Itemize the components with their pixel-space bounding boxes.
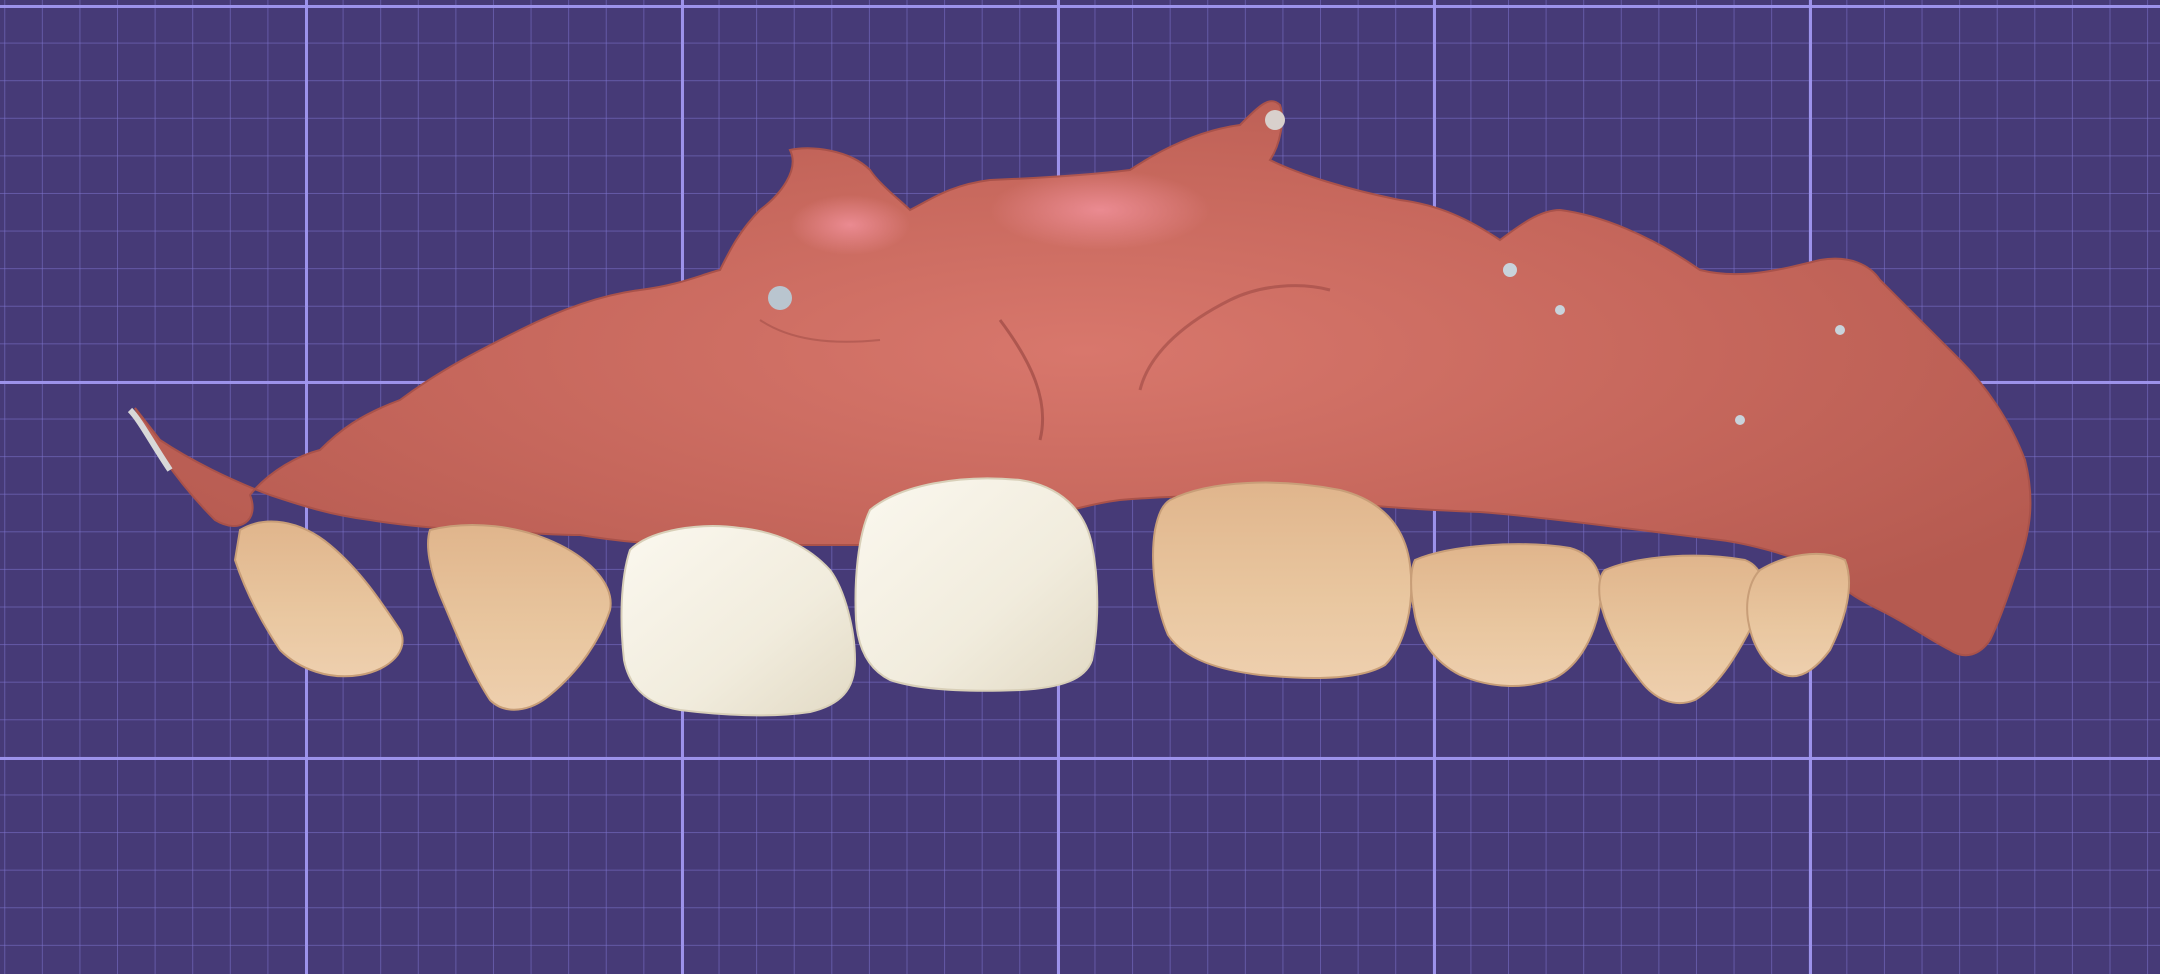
dental-scan-model[interactable] <box>0 0 2160 974</box>
natural-tooth[interactable] <box>1598 554 1764 705</box>
gingiva-highlight <box>990 170 1210 250</box>
natural-tooth[interactable] <box>427 524 612 711</box>
scan-artifact <box>127 407 173 472</box>
scan-artifact <box>1835 325 1845 335</box>
scan-artifact <box>1503 263 1517 277</box>
natural-tooth[interactable] <box>233 520 404 678</box>
scan-artifact <box>768 286 792 310</box>
natural-tooth[interactable] <box>1410 543 1603 687</box>
scan-artifact <box>1555 305 1565 315</box>
crown[interactable] <box>854 477 1099 692</box>
scan-artifact <box>1265 110 1285 130</box>
gingiva-highlight <box>790 195 910 255</box>
natural-tooth[interactable] <box>1746 553 1851 678</box>
crown[interactable] <box>620 525 857 717</box>
scan-viewport[interactable] <box>0 0 2160 974</box>
scan-artifact <box>1735 415 1745 425</box>
natural-tooth[interactable] <box>1152 481 1413 679</box>
